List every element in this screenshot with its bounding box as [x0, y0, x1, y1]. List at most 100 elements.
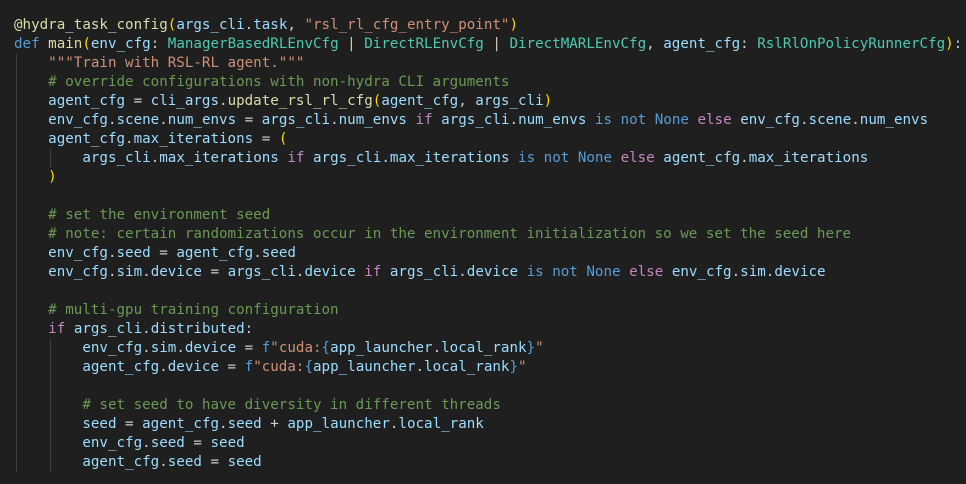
code-token: args_cli	[389, 264, 459, 280]
indent-guide	[50, 377, 52, 396]
code-line[interactable]: agent_cfg.max_iterations = (	[14, 130, 962, 149]
code-line[interactable]	[14, 187, 962, 206]
code-token: local_rank	[441, 340, 527, 356]
code-line[interactable]: # multi-gpu training configuration	[14, 301, 962, 320]
code-line[interactable]: # set the environment seed	[14, 206, 962, 225]
code-token: None	[577, 150, 613, 166]
code-token: .	[107, 264, 117, 280]
code-token: =	[201, 264, 228, 280]
code-token: device	[184, 340, 237, 356]
indent-guide	[16, 92, 17, 111]
code-token: .	[159, 112, 168, 128]
code-line[interactable]: env_cfg.seed = seed	[14, 434, 962, 453]
code-token: =	[125, 93, 151, 109]
code-line[interactable]: agent_cfg.seed = seed	[14, 453, 962, 472]
indent-guide	[16, 244, 17, 263]
code-token: agent_cfg	[82, 359, 160, 375]
code-token: device	[304, 264, 356, 280]
code-token: agent_cfg	[381, 93, 459, 109]
code-token: device	[167, 359, 220, 375]
indent-guide	[16, 111, 17, 130]
code-editor[interactable]: @hydra_task_config(args_cli.task, "rsl_r…	[0, 0, 966, 484]
code-token: local_rank	[424, 359, 510, 375]
code-token: env_cfg	[90, 36, 151, 52]
code-line[interactable]: # set seed to have diversity in differen…	[14, 396, 962, 415]
code-token: None	[586, 264, 621, 280]
code-line[interactable]: env_cfg.seed = agent_cfg.seed	[14, 244, 962, 263]
code-token: """Train with RSL-RL agent."""	[48, 55, 305, 71]
code-token: env_cfg	[671, 264, 732, 280]
code-line[interactable]: env_cfg.scene.num_envs = args_cli.num_en…	[14, 111, 962, 130]
code-token: =	[116, 416, 143, 432]
code-token: |	[483, 36, 510, 52]
code-token: seed	[167, 454, 202, 470]
code-token: f	[261, 340, 271, 356]
indent-guide	[16, 149, 17, 168]
indent-guide	[50, 339, 52, 358]
code-token: .	[799, 112, 809, 128]
code-token: .	[740, 150, 749, 166]
code-token: agent_cfg	[176, 245, 254, 261]
code-token: agent_cfg	[48, 93, 126, 109]
code-token: .	[107, 112, 117, 128]
indent-guide	[16, 415, 17, 434]
code-token: =	[236, 112, 262, 128]
code-token: args_cli	[441, 112, 510, 128]
code-line[interactable]	[14, 282, 962, 301]
code-line[interactable]: # override configurations with non-hydra…	[14, 73, 962, 92]
indent-guide	[50, 396, 52, 415]
code-token: args_cli	[313, 150, 382, 166]
code-line[interactable]: env_cfg.sim.device = f"cuda:{app_launche…	[14, 339, 962, 358]
code-token: if	[287, 150, 305, 166]
code-token: args_cli	[73, 321, 143, 337]
code-token: else	[620, 150, 655, 166]
code-line[interactable]: # note: certain randomizations occur in …	[14, 225, 962, 244]
code-line[interactable]: """Train with RSL-RL agent."""	[14, 54, 962, 73]
code-token: =	[219, 359, 245, 375]
indent-guide	[16, 168, 17, 187]
code-token: sim	[116, 264, 143, 280]
code-line[interactable]: def main(env_cfg: ManagerBasedRLEnvCfg |…	[14, 35, 962, 54]
code-token: # set seed to have diversity in differen…	[82, 397, 501, 413]
code-token: .	[330, 112, 339, 128]
code-line[interactable]: )	[14, 168, 962, 187]
code-token: =	[201, 454, 228, 470]
indent-guide	[16, 320, 17, 339]
code-token: :	[244, 321, 254, 337]
code-line[interactable]: agent_cfg.device = f"cuda:{app_launcher.…	[14, 358, 962, 377]
code-token: :	[150, 36, 168, 52]
code-line[interactable]: agent_cfg = cli_args.update_rsl_rl_cfg(a…	[14, 92, 962, 111]
code-token: "cuda:	[253, 359, 305, 375]
code-line[interactable]: args_cli.max_iterations if args_cli.max_…	[14, 149, 962, 168]
code-token: )	[48, 169, 57, 185]
indent-guide	[50, 358, 52, 377]
code-token: max_iterations	[748, 150, 869, 166]
code-line[interactable]	[14, 377, 962, 396]
code-token: )	[543, 93, 553, 109]
code-token: ,	[646, 36, 664, 52]
code-token: .	[142, 435, 151, 451]
code-token: seed	[210, 435, 245, 451]
code-token: main	[48, 36, 83, 52]
code-line[interactable]: seed = agent_cfg.seed + app_launcher.loc…	[14, 415, 962, 434]
code-token: if	[48, 321, 66, 337]
indent-guide	[50, 434, 52, 453]
code-token: device	[150, 264, 202, 280]
code-area[interactable]: @hydra_task_config(args_cli.task, "rsl_r…	[14, 16, 962, 472]
code-line[interactable]: @hydra_task_config(args_cli.task, "rsl_r…	[14, 16, 962, 35]
code-line[interactable]: if args_cli.distributed:	[14, 320, 962, 339]
code-token: DirectRLEnvCfg	[364, 36, 484, 52]
code-line[interactable]: env_cfg.sim.device = args_cli.device if …	[14, 263, 962, 282]
